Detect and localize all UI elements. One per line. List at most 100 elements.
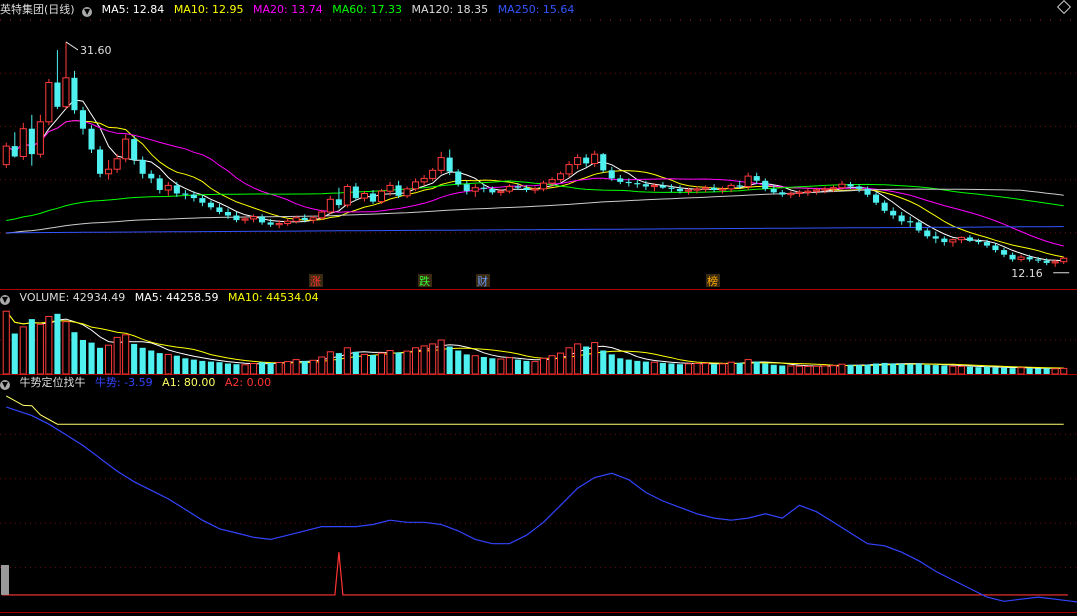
volume-bar (1035, 368, 1042, 374)
bull-line (6, 406, 1077, 603)
volume-bar (702, 362, 710, 375)
volume-bar (907, 364, 914, 374)
candle-body (352, 186, 359, 199)
chart-canvas[interactable]: 31.60 12.16 涨 跌 财 榜 (0, 0, 1077, 616)
candle-body (1060, 257, 1068, 263)
volume-bar (292, 359, 300, 375)
candle-body (949, 239, 957, 243)
volume-bar (821, 365, 829, 375)
candle-body (957, 236, 965, 241)
moving-average-lines (6, 99, 1064, 262)
candle-body (54, 82, 61, 107)
candle-body (122, 138, 130, 160)
candle-body (284, 220, 292, 224)
candle-body (676, 188, 683, 192)
candle-body (898, 215, 905, 222)
volume-bar (11, 333, 18, 374)
candle-body (975, 240, 982, 243)
candle-body (744, 175, 752, 188)
volume-bar (437, 339, 445, 375)
volume-bar (182, 358, 189, 374)
volume-bar (924, 364, 931, 374)
candle-body (489, 188, 496, 193)
candle-body (779, 192, 786, 195)
volume-bar (574, 343, 582, 375)
volume-bar (463, 354, 470, 374)
candle-body (241, 218, 249, 221)
candle-body (600, 154, 607, 171)
candle-body (1001, 250, 1008, 255)
candle-body (762, 180, 769, 189)
candle-body (173, 185, 180, 194)
ma5-line (6, 99, 1064, 262)
volume-bar (898, 363, 905, 374)
candle-body (1026, 257, 1033, 260)
candle-body (838, 183, 846, 189)
volume-bar (284, 361, 292, 375)
candle-body (804, 190, 812, 193)
volume-bar (744, 359, 752, 375)
candle-body (395, 185, 402, 196)
volume-bar (1060, 367, 1068, 375)
candle-body (369, 193, 376, 202)
candle-body (113, 158, 121, 170)
candle-body (864, 188, 871, 195)
volume-bar (343, 347, 351, 375)
volume-bar (617, 358, 624, 374)
volume-bar (139, 347, 146, 374)
volume-bar (79, 340, 86, 374)
volume-bar (2, 310, 10, 375)
candle-body (360, 193, 368, 199)
volume-bar (241, 364, 249, 375)
candle-body (420, 177, 428, 183)
candle-body (233, 215, 240, 221)
volume-bar (318, 356, 326, 375)
candle-body (966, 237, 973, 241)
candle-body (795, 191, 803, 195)
volume-bar (1001, 367, 1008, 374)
volume-bar (650, 361, 658, 375)
volume-bar (949, 365, 957, 375)
volume-bar (275, 362, 283, 375)
candle-body (156, 178, 163, 190)
candle-body (45, 82, 53, 123)
candle-body (164, 184, 172, 191)
candle-body (583, 157, 590, 164)
candle-body (386, 184, 394, 192)
volume-bar (489, 358, 496, 374)
volume-bar (642, 361, 649, 374)
volume-bar (795, 365, 803, 375)
volume-bar (122, 334, 130, 375)
candle-body (148, 173, 155, 179)
candle-body (429, 169, 437, 179)
volume-bar (864, 364, 871, 374)
volume-bar (216, 362, 223, 374)
candle-body (71, 77, 78, 111)
candle-body (301, 217, 308, 221)
volume-bar (309, 359, 317, 375)
candle-body (812, 189, 821, 192)
volume-bar (19, 326, 27, 375)
candle-body (727, 184, 735, 190)
volume-bar (360, 353, 368, 375)
volume-bar (233, 364, 240, 374)
candle-body (873, 194, 880, 203)
volume-bar (608, 354, 615, 374)
candle-body (932, 236, 939, 239)
candle-body (131, 139, 138, 160)
candle-body (983, 242, 990, 246)
candle-body (719, 188, 727, 191)
candle-body (207, 202, 214, 208)
candle-body (497, 190, 505, 193)
volume-bar (71, 332, 78, 374)
volume-bar (429, 343, 437, 375)
volume-bar (36, 323, 44, 375)
candle-body (224, 212, 231, 216)
candle-body (275, 223, 283, 226)
candle-body (531, 188, 539, 191)
volume-bar (88, 342, 95, 374)
candle-body (890, 210, 897, 216)
volume-bar (770, 364, 777, 374)
candle-body (1043, 260, 1050, 263)
volume-bar (983, 366, 990, 374)
